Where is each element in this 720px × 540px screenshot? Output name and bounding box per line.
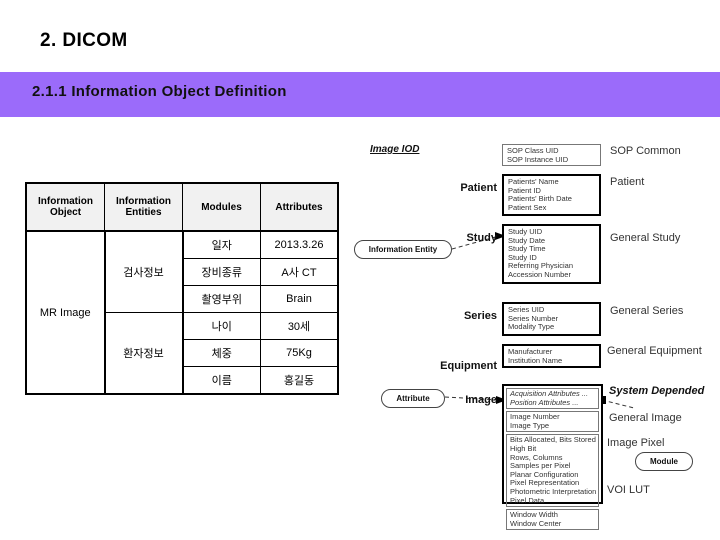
attribute-line: Institution Name (508, 355, 563, 365)
sop-common-box: SOP Class UID SOP Instance UID (502, 144, 601, 166)
voi-lut-box: Window Width Window Center (506, 509, 599, 531)
entity-label-patient: Patient (460, 182, 497, 194)
section-banner-label: 2.1.1 Information Object Definition (32, 83, 287, 100)
cell-attribute: 2013.3.26 (260, 230, 339, 259)
cell-attribute: 75Kg (260, 339, 339, 367)
table-header-line: Information (38, 196, 93, 207)
module-label-general-equipment: General Equipment (607, 345, 702, 357)
table-header-line: Information (116, 196, 171, 207)
cell-module: 나이 (182, 312, 261, 340)
table-header-information-object: Information Object (25, 182, 105, 232)
cell-module: 체중 (182, 339, 261, 367)
module-label-patient: Patient (610, 176, 645, 188)
callout-label: Module (650, 457, 678, 466)
cell-information-entity: 검사정보 (104, 230, 184, 313)
module-label-general-study: General Study (610, 232, 681, 244)
table-header-row: Information Object Information Entities … (25, 182, 339, 232)
cell-attribute: 30세 (260, 312, 339, 340)
table-header-line: Entities (125, 207, 162, 218)
callout-label: Information Entity (368, 245, 438, 254)
table-header-information-entities: Information Entities (104, 182, 183, 232)
general-series-box: Series UID Series Number Modality Type (502, 302, 601, 336)
table-header-line: Modules (201, 201, 242, 213)
module-label-general-image: General Image (609, 412, 682, 424)
table-header-modules: Modules (182, 182, 261, 232)
image-outer-box: Acquisition Attributes ... Position Attr… (502, 384, 603, 531)
cell-module: 이름 (182, 366, 261, 395)
attribute-line: Pixel Data (510, 495, 545, 505)
iod-table: Information Object Information Entities … (25, 182, 339, 395)
module-label-voi-lut: VOI LUT (607, 484, 650, 496)
table-header-attributes: Attributes (260, 182, 339, 232)
callout-information-entity: Information Entity (354, 240, 452, 259)
system-depended-box: Acquisition Attributes ... Position Attr… (506, 388, 599, 410)
page-title: 2. DICOM (40, 30, 128, 51)
cell-attribute: A사 CT (260, 258, 339, 286)
general-study-box: Study UID Study Date Study Time Study ID… (502, 224, 601, 284)
entity-label-series: Series (463, 310, 497, 322)
cell-attribute: Brain (260, 285, 339, 313)
module-label-image-pixel: Image Pixel (607, 437, 665, 449)
attribute-line: Window Center (510, 518, 562, 528)
module-label-sop-common: SOP Common (610, 145, 681, 157)
cell-module: 촬영부위 (182, 285, 261, 313)
attribute-line: Image Type (510, 420, 550, 430)
cell-information-entity: 환자정보 (104, 312, 184, 395)
attribute-line: Accession Number (508, 269, 571, 279)
cell-attribute: 홍길동 (260, 366, 339, 395)
diagram-title: Image IOD (370, 144, 420, 155)
attribute-line: Modality Type (508, 322, 555, 332)
image-iod-diagram: Image IOD Patient Study Series Equipment… (352, 132, 718, 531)
entity-label-equipment: Equipment (440, 360, 497, 372)
cell-information-object: MR Image (25, 230, 106, 395)
attribute-line: Patient Sex (508, 202, 547, 212)
table-header-line: Object (49, 207, 82, 218)
callout-attribute: Attribute (381, 389, 445, 408)
table-header-line: Attributes (275, 201, 323, 213)
general-image-box: Image Number Image Type (506, 411, 599, 433)
module-label-general-series: General Series (610, 305, 684, 317)
cell-module: 장비종류 (182, 258, 261, 286)
attribute-line: Position Attributes ... (510, 397, 579, 407)
cell-module: 일자 (182, 230, 261, 259)
callout-label: Attribute (396, 394, 430, 403)
table-row: MR Image 검사정보 일자 2013.3.26 (25, 230, 339, 395)
image-pixel-box: Bits Allocated, Bits Stored High Bit Row… (506, 434, 599, 508)
patient-box: Patients' Name Patient ID Patients' Birt… (502, 174, 601, 216)
module-label-system-depended: System Depended (609, 385, 705, 397)
attribute-line: SOP Instance UID (507, 154, 569, 164)
callout-module: Module (635, 452, 693, 471)
general-equipment-box: Manufacturer Institution Name (502, 344, 601, 368)
section-banner: 2.1.1 Information Object Definition (0, 72, 720, 117)
